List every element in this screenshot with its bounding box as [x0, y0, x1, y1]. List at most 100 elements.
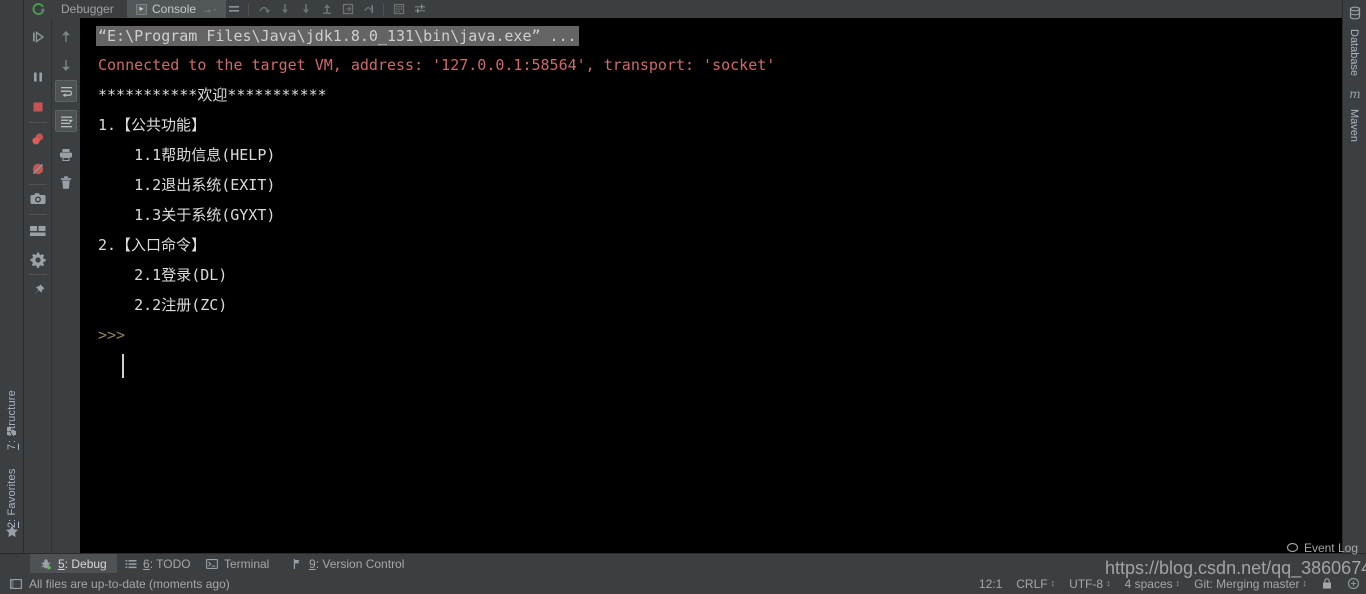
menu-lines-icon[interactable] [224, 1, 243, 18]
toolbar-divider-1 [29, 122, 47, 123]
maven-icon: m [1348, 86, 1362, 101]
event-log-label: Event Log [1303, 541, 1358, 555]
chevron-updown-icon: ↕ [1106, 578, 1111, 588]
stop-program-button[interactable] [27, 96, 49, 118]
tab-console[interactable]: ▸ Console →· [127, 0, 227, 18]
calculator-icon[interactable] [389, 1, 408, 18]
indent-setting-label: 4 spaces [1124, 576, 1173, 591]
maven-tab-label: Maven [1348, 109, 1360, 143]
status-bar: All files are up-to-date (moments ago) 1… [0, 573, 1366, 594]
debug-tab-row: Debugger ▸ Console →· [24, 0, 1342, 18]
console-caret [122, 354, 124, 378]
inspection-icon[interactable] [1347, 577, 1360, 590]
bottom-tool-window-bar: 5: Debug 6: TODO Terminal 9: Version Con… [0, 541, 1366, 574]
console-actions-toolbar [52, 18, 80, 553]
force-step-into-icon[interactable] [296, 1, 315, 18]
git-branch-label: Git: Merging master [1194, 576, 1300, 591]
file-encoding-label: UTF-8 [1069, 576, 1104, 591]
bottom-tab-debug[interactable]: 5: Debug [30, 554, 117, 574]
chevron-updown-icon: ↕ [1302, 578, 1308, 588]
camera-icon[interactable] [27, 188, 49, 210]
bottom-tab-terminal[interactable]: Terminal [196, 554, 279, 574]
todo-tab-label: : TODO [149, 557, 191, 571]
step-over-icon[interactable] [254, 1, 273, 18]
file-encoding[interactable]: UTF-8 ↕ [1069, 577, 1111, 591]
svg-text:m: m [1349, 87, 1360, 101]
console-line: 1.1帮助信息(HELP) [98, 146, 276, 164]
step-out-icon[interactable] [317, 1, 336, 18]
bottom-tab-version-control[interactable]: 9: Version Control [281, 554, 414, 574]
debug-step-toolbar [224, 0, 429, 18]
favorites-tab-label: : Favorites [6, 468, 18, 522]
status-right-group: 12:1 CRLF ↕ UTF-8 ↕ 4 spaces ↕ Git: Merg… [979, 573, 1360, 594]
balloon-icon [1286, 542, 1299, 555]
view-breakpoints-button[interactable] [27, 128, 49, 150]
rerun-icon[interactable] [24, 0, 52, 18]
tab-overflow-icon[interactable]: →· [201, 2, 217, 16]
sidebar-item-structure[interactable]: 7: Structure [0, 378, 24, 462]
sidebar-item-database[interactable]: Database [1342, 22, 1366, 84]
console-line: 1.3关于系统(GYXT) [98, 206, 276, 224]
mute-breakpoints-button[interactable] [27, 158, 49, 180]
terminal-icon [206, 558, 218, 570]
trash-icon[interactable] [55, 172, 77, 194]
console-prompt-line: >>> [98, 326, 126, 344]
caret-position[interactable]: 12:1 [979, 577, 1002, 591]
console-line: ***********欢迎*********** [98, 86, 327, 104]
chevron-updown-icon: ↕ [1050, 578, 1056, 588]
git-branch-widget[interactable]: Git: Merging master ↕ [1194, 577, 1307, 591]
debug-tool-window: Debugger ▸ Console →· “E:\Program Files\… [24, 0, 1342, 553]
layout-icon[interactable] [27, 220, 49, 242]
debug-tab-label: : Debug [64, 557, 107, 571]
soft-wrap-icon[interactable] [55, 80, 77, 102]
vcs-tab-num: 9 [309, 557, 316, 571]
todo-list-icon [125, 558, 137, 570]
lock-icon[interactable] [1321, 577, 1333, 590]
right-tool-window-strip: Database m Maven [1342, 0, 1366, 553]
bug-icon [40, 558, 52, 570]
structure-tab-num: 7 [6, 443, 18, 450]
todo-tab-num: 6 [143, 557, 150, 571]
pause-program-button[interactable] [27, 66, 49, 88]
debug-session-toolbar [24, 18, 52, 553]
gear-icon[interactable] [27, 249, 49, 271]
database-icon [1348, 6, 1362, 20]
toolbar-divider-3 [29, 214, 47, 215]
tab-console-label: Console [152, 2, 197, 16]
terminal-tab-label: Terminal [224, 557, 270, 571]
print-icon[interactable] [55, 144, 77, 166]
event-log-button[interactable]: Event Log [1286, 540, 1358, 556]
console-icon: ▸ [136, 3, 147, 15]
status-left-group: All files are up-to-date (moments ago) [10, 573, 230, 594]
toolbar-separator-2 [383, 2, 384, 16]
pin-icon[interactable] [27, 280, 49, 302]
scroll-to-end-icon[interactable] [55, 110, 77, 132]
console-line: 1.【公共功能】 [98, 116, 207, 134]
vcs-branch-icon [291, 558, 303, 570]
debug-tab-num: 5 [58, 557, 65, 571]
line-separator[interactable]: CRLF ↕ [1016, 577, 1055, 591]
toolbar-separator [248, 2, 249, 16]
sidebar-item-maven[interactable]: Maven [1342, 102, 1366, 150]
toolbar-divider-4 [29, 274, 47, 275]
step-into-icon[interactable] [275, 1, 294, 18]
drop-frame-icon[interactable] [338, 1, 357, 18]
console-command-line: “E:\Program Files\Java\jdk1.8.0_131\bin\… [96, 26, 579, 46]
left-tool-window-strip: 7: Structure 2: Favorites [0, 0, 24, 553]
tab-debugger-label: Debugger [61, 2, 114, 16]
tab-debugger[interactable]: Debugger [52, 0, 123, 18]
resume-program-button[interactable] [27, 26, 49, 48]
status-message: All files are up-to-date (moments ago) [29, 576, 230, 591]
console-output[interactable]: “E:\Program Files\Java\jdk1.8.0_131\bin\… [80, 18, 1342, 553]
star-icon [5, 524, 19, 538]
toggle-sidebar-icon[interactable] [10, 578, 22, 590]
arrow-up-icon[interactable] [55, 26, 77, 48]
sliders-icon[interactable] [410, 1, 429, 18]
indent-setting[interactable]: 4 spaces ↕ [1125, 577, 1181, 591]
console-line: 2.2注册(ZC) [98, 296, 228, 314]
line-separator-label: CRLF [1016, 576, 1048, 591]
run-to-cursor-icon[interactable] [359, 1, 378, 18]
bottom-tab-todo[interactable]: 6: TODO [115, 554, 201, 574]
arrow-down-icon[interactable] [55, 54, 77, 76]
idea-debug-window: 7: Structure 2: Favorites Database m Mav… [0, 0, 1366, 594]
